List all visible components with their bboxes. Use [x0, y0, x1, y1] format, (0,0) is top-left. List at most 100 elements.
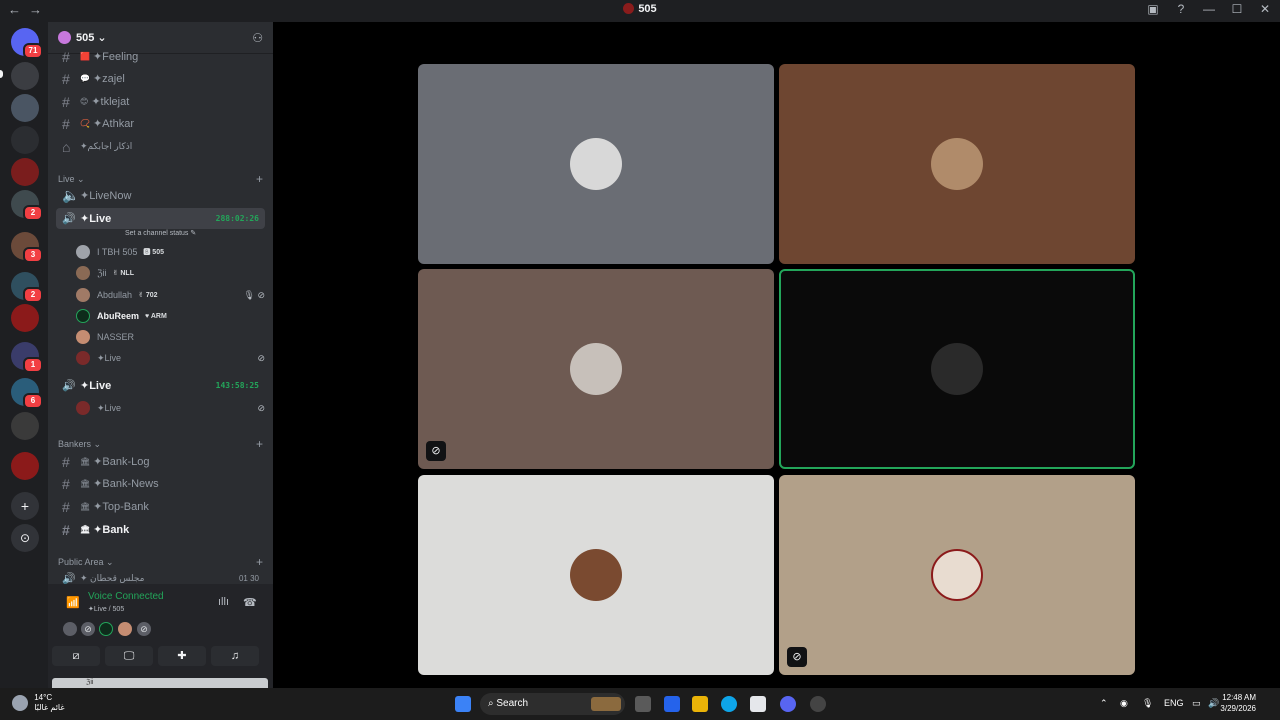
maximize-button[interactable]: ☐	[1230, 2, 1244, 16]
participant-tile-speaking[interactable]	[779, 269, 1135, 469]
chevron-up-icon[interactable]: ⌃	[1100, 698, 1108, 709]
channel-status[interactable]: Set a channel status ✎	[125, 229, 196, 237]
user-name: NASSER	[97, 332, 135, 342]
camera-off-icon[interactable]: ⧄	[52, 646, 100, 666]
help-icon[interactable]: ?	[1174, 2, 1188, 16]
avatar	[570, 549, 622, 601]
channel-name: ✦LiveNow	[80, 190, 132, 202]
voice-timer: 288:02:26	[215, 214, 259, 223]
participant-tile[interactable]: ⊘	[418, 269, 774, 469]
deafened-icon[interactable]: ⊘	[137, 622, 151, 636]
channel-bank-log[interactable]: # 🏛 ✦Bank-Log	[56, 451, 265, 472]
server-icon-505[interactable]	[11, 452, 39, 480]
user-name: Abdullah	[97, 290, 133, 300]
add-user-icon[interactable]: ⚇	[252, 31, 263, 45]
server-icon[interactable]	[11, 94, 39, 122]
server-folder[interactable]	[11, 412, 39, 440]
user-area[interactable]: ℨii	[52, 678, 268, 688]
windows-start-icon[interactable]	[455, 696, 471, 712]
volume-icon[interactable]: 🔊	[1208, 698, 1219, 709]
participant-tile[interactable]	[779, 64, 1135, 264]
category-public-area[interactable]: Public Area ⌄ +	[58, 555, 263, 569]
server-folder[interactable]: 2	[11, 272, 43, 303]
temperature: 14°C	[34, 693, 53, 702]
participant-tile[interactable]	[418, 64, 774, 264]
channel-forum[interactable]: ⌂ ✦اذكار اجابكم	[56, 136, 265, 157]
voice-channel-link[interactable]: ✦Live / 505	[88, 605, 124, 613]
channel-live-active[interactable]: 🔊 ✦Live 288:02:26	[56, 208, 265, 229]
participant-tile[interactable]: ⊘	[779, 475, 1135, 675]
store-icon[interactable]	[750, 696, 766, 712]
add-channel-icon[interactable]: +	[256, 555, 263, 569]
channel-top-bank[interactable]: # 🏛 ✦Top-Bank	[56, 496, 265, 517]
channel-name: ✦Bank-Log	[93, 456, 150, 468]
channel-zajel[interactable]: # 💬 ✦zajel	[56, 68, 265, 89]
server-icon[interactable]	[11, 304, 39, 332]
close-button[interactable]: ✕	[1258, 2, 1272, 16]
voice-user[interactable]: Abdullah ✌ 702 🎙 ⊘	[76, 285, 265, 305]
category-bankers[interactable]: Bankers ⌄ +	[58, 437, 263, 451]
avatar[interactable]	[63, 622, 77, 636]
channel-bank-news[interactable]: # 🏛 ✦Bank-News	[56, 473, 265, 494]
channel-livenow[interactable]: 🔈 ✦LiveNow	[56, 185, 265, 206]
search-box[interactable]: ⌕ Search	[480, 693, 625, 715]
voice-user[interactable]: ℨii ✌ NLL	[76, 263, 265, 283]
user-count: 01	[238, 574, 248, 583]
channel-tklejat[interactable]: # 😊 ✦tklejat	[56, 91, 265, 112]
discord-icon[interactable]	[780, 696, 796, 712]
channel-name: ✦Athkar	[92, 118, 134, 130]
language-indicator[interactable]: ENG	[1164, 698, 1184, 708]
noise-suppression-icon[interactable]: ıllı	[218, 596, 229, 608]
server-folder[interactable]: 2	[11, 190, 43, 221]
minimize-button[interactable]: —	[1202, 2, 1216, 16]
add-channel-icon[interactable]: +	[256, 437, 263, 451]
participant-tile[interactable]	[418, 475, 774, 675]
activities-icon[interactable]: ✚	[158, 646, 206, 666]
home-icon[interactable]: 71	[11, 28, 43, 59]
channel-athkar[interactable]: # 📿 ✦Athkar	[56, 113, 265, 134]
discover-icon[interactable]: ⊙	[11, 524, 39, 552]
task-view-icon[interactable]	[635, 696, 651, 712]
clock[interactable]: 12:48 AM 3/29/2026	[1220, 692, 1256, 714]
channel-live-2[interactable]: 🔊 ✦Live 143:58:25	[56, 375, 265, 396]
server-folder[interactable]: 3	[11, 232, 43, 263]
network-status-icon[interactable]: ◉	[1120, 698, 1128, 709]
server-icon[interactable]: 6	[11, 378, 43, 409]
server-icon-road[interactable]	[11, 62, 39, 90]
avatar[interactable]	[118, 622, 132, 636]
avatar	[76, 309, 90, 323]
channel-feeling[interactable]: # 🟥 ✦Feeling	[56, 46, 265, 67]
category-live[interactable]: Live ⌄ +	[58, 172, 263, 186]
avatar	[76, 245, 90, 259]
avatar[interactable]	[99, 622, 113, 636]
soundboard-icon[interactable]: ♫	[211, 646, 259, 666]
channel-bank[interactable]: # 🏛 ✦Bank	[56, 519, 265, 540]
disconnect-icon[interactable]: ☎	[243, 596, 257, 609]
voice-user[interactable]: I TBH 505 🅱 505	[76, 242, 265, 262]
deafened-icon[interactable]: ⊘	[81, 622, 95, 636]
server-icon-n[interactable]	[11, 126, 39, 154]
screen-share-icon[interactable]: 🖵	[105, 646, 153, 666]
voice-user[interactable]: NASSER	[76, 327, 265, 347]
add-channel-icon[interactable]: +	[256, 172, 263, 186]
voice-user[interactable]: ✦Live ⊘	[76, 398, 265, 418]
edge-icon[interactable]	[721, 696, 737, 712]
app-icon[interactable]	[810, 696, 826, 712]
add-server-icon[interactable]: +	[11, 492, 39, 520]
channel-name: ✦zajel	[92, 73, 125, 85]
voice-connected-label[interactable]: Voice Connected	[88, 591, 164, 602]
microphone-icon[interactable]: 🎙	[1142, 698, 1153, 709]
display-icon[interactable]: ▭	[1192, 698, 1201, 709]
time: 12:48 AM	[1222, 693, 1256, 702]
voice-user[interactable]: AbuReem ♥ ARM	[76, 306, 265, 326]
forward-icon[interactable]: →	[29, 2, 42, 17]
back-icon[interactable]: ←	[8, 2, 21, 17]
copilot-icon[interactable]	[664, 696, 680, 712]
voice-user[interactable]: ✦Live ⊘	[76, 348, 265, 368]
file-explorer-icon[interactable]	[692, 696, 708, 712]
inbox-icon[interactable]: ▣	[1146, 2, 1160, 16]
server-icon[interactable]	[11, 158, 39, 186]
server-folder[interactable]: 1	[11, 342, 43, 373]
weather-widget[interactable]: 14°C غائم غالبًا	[12, 693, 65, 713]
notification-badge: 71	[23, 43, 43, 59]
